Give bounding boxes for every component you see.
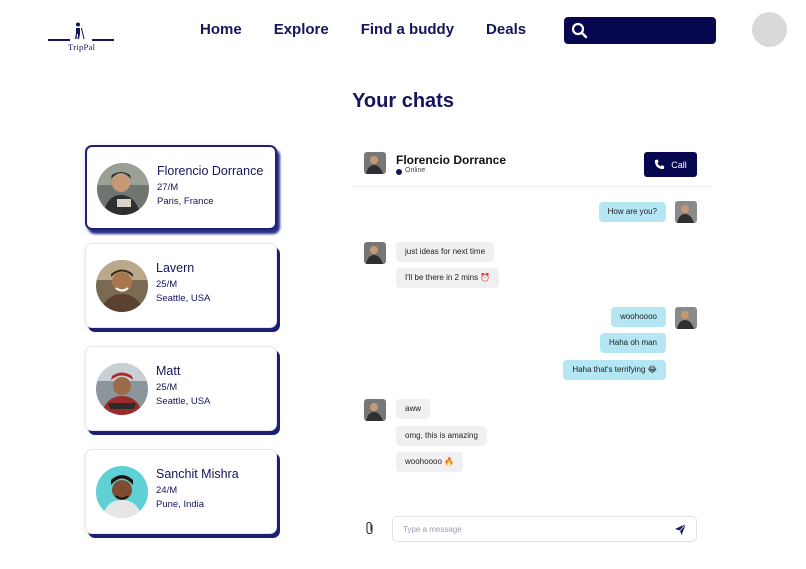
chat-header: Florencio Dorrance Online Call bbox=[352, 145, 712, 187]
phone-icon bbox=[655, 159, 665, 170]
contact-avatar bbox=[97, 163, 149, 215]
contact-card[interactable]: Lavern 25/M Seattle, USA bbox=[85, 243, 277, 328]
contact-name: Sanchit Mishra bbox=[156, 467, 239, 481]
contact-card[interactable]: Matt 25/M Seattle, USA bbox=[85, 346, 277, 431]
message-bubble-incoming: aww bbox=[396, 399, 431, 419]
contact-age: 24/M bbox=[156, 485, 178, 496]
nav-deals[interactable]: Deals bbox=[486, 20, 526, 40]
attachment-icon[interactable] bbox=[364, 521, 376, 535]
message-bubble-incoming: just ideas for next time bbox=[396, 242, 495, 262]
call-button[interactable]: Call bbox=[644, 152, 697, 177]
search-icon[interactable] bbox=[571, 22, 588, 39]
nav-explore[interactable]: Explore bbox=[274, 20, 329, 40]
contact-name: Matt bbox=[156, 364, 181, 378]
contact-avatar bbox=[96, 363, 148, 415]
contact-location: Seattle, USA bbox=[156, 396, 211, 407]
chat-avatar bbox=[364, 152, 386, 174]
message-avatar bbox=[675, 201, 697, 223]
logo-line bbox=[48, 39, 70, 41]
nav-find-a-buddy[interactable]: Find a buddy bbox=[361, 20, 454, 40]
contact-age: 25/M bbox=[156, 382, 178, 393]
contact-card[interactable]: Sanchit Mishra 24/M Pune, India bbox=[85, 449, 277, 534]
search-bar[interactable] bbox=[564, 17, 716, 44]
search-input[interactable] bbox=[592, 20, 710, 41]
message-bubble-incoming: woohoooo 🔥 bbox=[396, 452, 464, 472]
message-avatar bbox=[364, 399, 386, 421]
contact-location: Pune, India bbox=[156, 499, 205, 510]
contact-card[interactable]: Florencio Dorrance 27/M Paris, France bbox=[85, 145, 277, 230]
online-indicator bbox=[396, 169, 402, 175]
nav-home[interactable]: Home bbox=[200, 20, 242, 40]
logo-line bbox=[92, 39, 114, 41]
online-status: Online bbox=[405, 167, 426, 174]
message-bubble-outgoing: woohoooo bbox=[611, 307, 666, 327]
chat-contact-name: Florencio Dorrance bbox=[396, 153, 507, 167]
contact-location: Seattle, USA bbox=[156, 293, 211, 304]
message-bubble-incoming: I'll be there in 2 mins ⏰ bbox=[396, 268, 500, 288]
message-input[interactable] bbox=[403, 521, 663, 538]
message-bubble-incoming: omg, this is amazing bbox=[396, 426, 487, 446]
message-avatar bbox=[675, 307, 697, 329]
traveler-icon bbox=[75, 22, 85, 40]
main-nav: Home Explore Find a buddy Deals bbox=[200, 20, 558, 40]
message-avatar bbox=[364, 242, 386, 264]
message-bubble-outgoing: How are you? bbox=[598, 202, 666, 222]
contact-name: Florencio Dorrance bbox=[157, 164, 264, 178]
call-label: Call bbox=[671, 159, 687, 170]
send-icon[interactable] bbox=[674, 523, 687, 536]
message-bubble-outgoing: Haha oh man bbox=[599, 333, 666, 353]
message-bubble-outgoing: Haha that's terrifying 😂 bbox=[563, 360, 666, 380]
contact-avatar bbox=[96, 466, 148, 518]
brand-logo[interactable]: TripPal bbox=[46, 20, 118, 54]
contact-location: Paris, France bbox=[157, 196, 214, 207]
message-composer[interactable] bbox=[392, 516, 697, 542]
contact-avatar bbox=[96, 260, 148, 312]
page-title: Your chats bbox=[352, 90, 454, 112]
contact-age: 27/M bbox=[157, 182, 179, 193]
user-avatar[interactable] bbox=[752, 12, 787, 47]
brand-name: TripPal bbox=[68, 42, 96, 52]
contact-age: 25/M bbox=[156, 279, 178, 290]
contact-name: Lavern bbox=[156, 261, 195, 275]
